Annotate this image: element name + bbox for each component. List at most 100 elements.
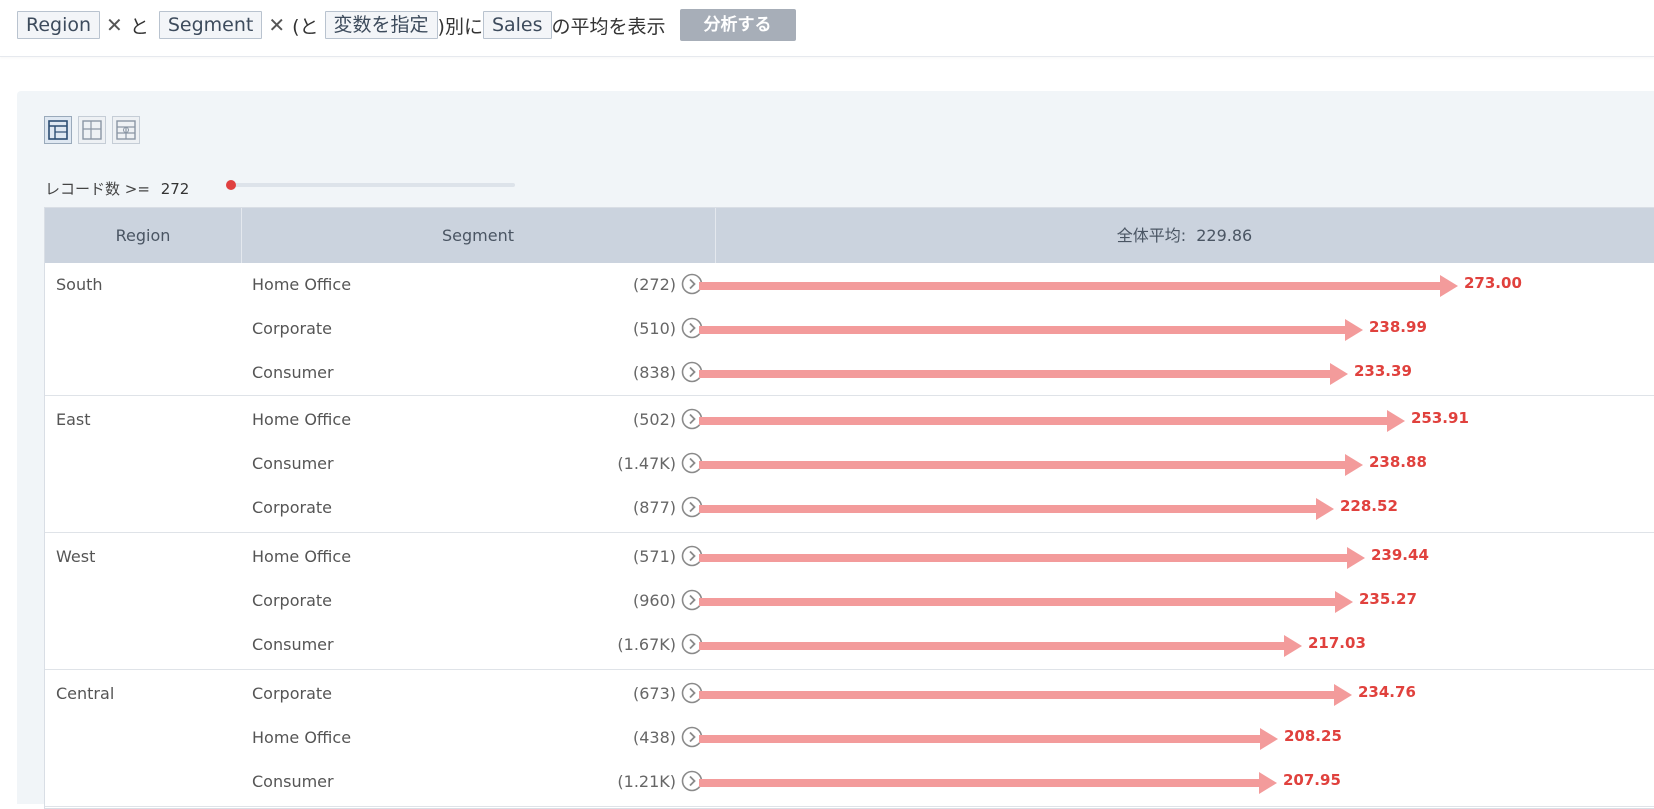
add-variable-chip[interactable]: 変数を指定 <box>324 11 438 39</box>
remove-region-icon[interactable]: ✕ <box>106 13 123 37</box>
value-bar <box>699 505 1320 513</box>
segment-name: Home Office <box>252 410 352 429</box>
value-bar <box>699 642 1288 650</box>
query-bar: Region ✕ と Segment ✕ (と 変数を指定 )別に Sales … <box>0 0 1654 57</box>
header-segment[interactable]: Segment <box>241 208 716 263</box>
value-bar <box>699 779 1263 787</box>
value-label: 238.99 <box>1369 318 1427 336</box>
record-count-value: 272 <box>160 180 190 198</box>
overall-average-value: 229.86 <box>1196 226 1253 245</box>
table-row: Consumer (1.67K) 217.03 <box>45 623 1654 668</box>
analyze-button[interactable]: 分析する <box>679 9 796 41</box>
segment-name: Corporate <box>252 319 332 338</box>
matrix-view-button[interactable] <box>112 116 140 144</box>
table-row: Corporate (877) 228.52 <box>45 486 1654 531</box>
value-bar-arrowhead <box>1316 498 1334 520</box>
record-count: (877) <box>632 498 676 517</box>
value-label: 233.39 <box>1354 362 1412 380</box>
header-region[interactable]: Region <box>45 208 242 263</box>
record-count: (571) <box>632 547 676 566</box>
value-label: 253.91 <box>1411 409 1469 427</box>
value-bar <box>699 461 1349 469</box>
results-panel: レコード数 >= 272 Region Segment 全体平均: 229.86 … <box>17 91 1654 809</box>
segment-name: Home Office <box>252 547 352 566</box>
view-toggle-group <box>44 116 140 144</box>
table-row: Corporate (510) 238.99 <box>45 307 1654 352</box>
table-row: Consumer (838) 233.39 <box>45 351 1654 396</box>
value-label: 273.00 <box>1464 274 1522 292</box>
record-count: (510) <box>632 319 676 338</box>
table-row: Home Office (438) 208.25 <box>45 716 1654 761</box>
value-bar <box>699 282 1444 290</box>
record-count: (673) <box>632 684 676 703</box>
conjunction-text-3: )別に <box>437 15 483 38</box>
value-bar-arrowhead <box>1259 772 1277 794</box>
segment-name: Corporate <box>252 498 332 517</box>
value-bar <box>699 691 1338 699</box>
value-bar-arrowhead <box>1345 319 1363 341</box>
remove-segment-icon[interactable]: ✕ <box>268 13 285 37</box>
results-table: Region Segment 全体平均: 229.86 South Home Off… <box>44 207 1654 809</box>
conjunction-text: と <box>129 15 149 38</box>
value-bar-arrowhead <box>1345 454 1363 476</box>
region-group: South Home Office (272) 273.00 Corporate (510… <box>45 263 1654 396</box>
value-label: 207.95 <box>1283 771 1341 789</box>
table-row: Consumer (1.47K) 238.88 <box>45 442 1654 487</box>
record-count-label: レコード数 >= <box>45 180 150 198</box>
value-bar-arrowhead <box>1440 275 1458 297</box>
overall-average-label: 全体平均: <box>1116 226 1187 245</box>
value-bar-arrowhead <box>1284 635 1302 657</box>
segment-name: Home Office <box>252 275 352 294</box>
segment-name: Home Office <box>252 728 352 747</box>
query-builder: Region ✕ と Segment ✕ (と 変数を指定 )別に Sales … <box>17 9 796 41</box>
value-label: 235.27 <box>1359 590 1417 608</box>
region-group: West Home Office (571) 239.44 Corporate (960)… <box>45 535 1654 670</box>
value-bar-arrowhead <box>1335 591 1353 613</box>
record-count: (838) <box>632 363 676 382</box>
region-group: Central Corporate (673) 234.76 Home Office (4… <box>45 672 1654 807</box>
value-label: 238.88 <box>1369 453 1427 471</box>
record-count: (1.67K) <box>617 635 676 654</box>
record-count: (1.21K) <box>617 772 676 791</box>
variable-chip-region[interactable]: Region <box>17 11 101 39</box>
table-row: Corporate (673) 234.76 <box>45 672 1654 717</box>
value-bar <box>699 735 1264 743</box>
variable-chip-segment[interactable]: Segment <box>158 11 263 39</box>
segment-name: Consumer <box>252 363 334 382</box>
value-bar-arrowhead <box>1387 410 1405 432</box>
target-variable-chip[interactable]: Sales <box>482 11 552 39</box>
segment-name: Consumer <box>252 454 334 473</box>
pivot-view-button[interactable] <box>78 116 106 144</box>
record-count: (1.47K) <box>617 454 676 473</box>
value-bar <box>699 417 1391 425</box>
value-bar <box>699 370 1334 378</box>
table-view-icon <box>48 120 68 140</box>
record-count-filter-label: レコード数 >= 272 <box>45 178 189 199</box>
value-label: 208.25 <box>1284 727 1342 745</box>
value-bar-arrowhead <box>1260 728 1278 750</box>
value-bar <box>699 554 1351 562</box>
value-label: 228.52 <box>1340 497 1398 515</box>
segment-name: Corporate <box>252 684 332 703</box>
table-view-button[interactable] <box>44 116 72 144</box>
value-bar-arrowhead <box>1347 547 1365 569</box>
record-count: (272) <box>632 275 676 294</box>
table-row: Home Office (571) 239.44 <box>45 535 1654 580</box>
slider-handle[interactable] <box>226 180 236 190</box>
record-count: (502) <box>632 410 676 429</box>
record-count: (438) <box>632 728 676 747</box>
table-row: Home Office (272) 273.00 <box>45 263 1654 308</box>
value-label: 217.03 <box>1308 634 1366 652</box>
table-header: Region Segment 全体平均: 229.86 <box>45 208 1654 263</box>
value-bar-arrowhead <box>1330 363 1348 385</box>
pivot-view-icon <box>82 120 102 140</box>
conjunction-text-2: (と <box>292 15 319 38</box>
value-bar-arrowhead <box>1334 684 1352 706</box>
region-group: East Home Office (502) 253.91 Consumer (1.47K… <box>45 398 1654 533</box>
table-row: Home Office (502) 253.91 <box>45 398 1654 443</box>
value-bar <box>699 326 1349 334</box>
table-row: Corporate (960) 235.27 <box>45 579 1654 624</box>
record-count-slider[interactable] <box>226 180 515 190</box>
segment-name: Corporate <box>252 591 332 610</box>
segment-name: Consumer <box>252 635 334 654</box>
